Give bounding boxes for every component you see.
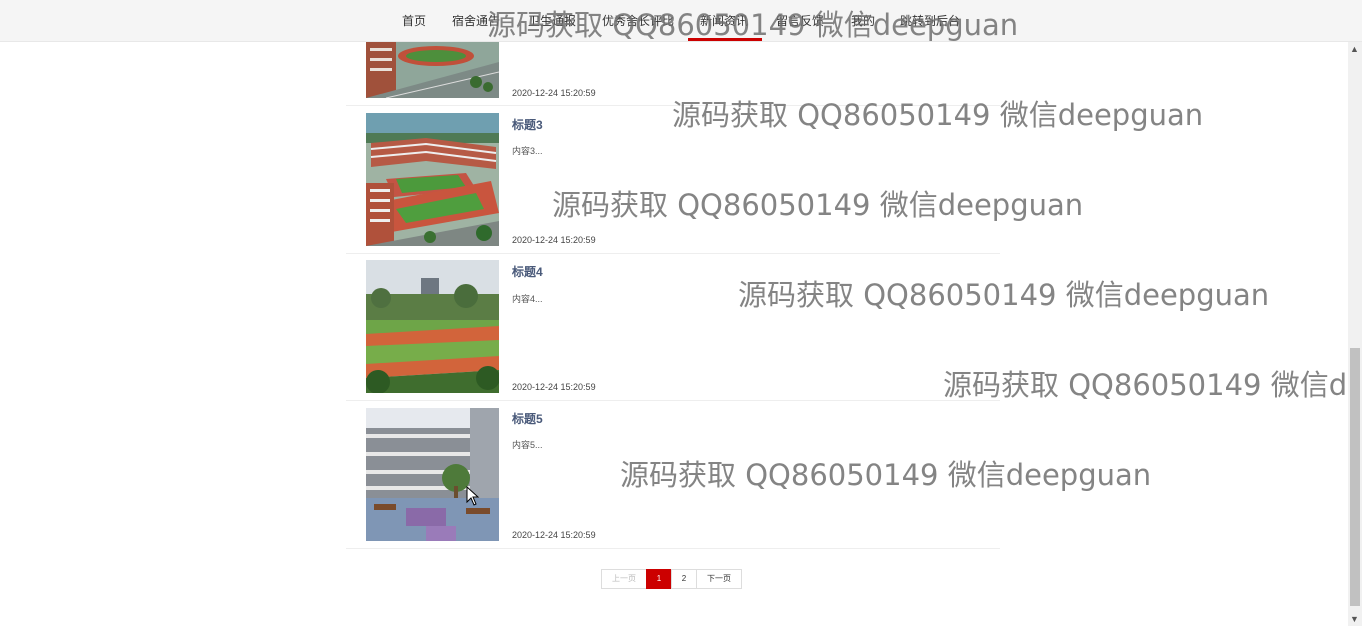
- nav-home[interactable]: 首页: [402, 12, 426, 29]
- scroll-down-icon[interactable]: ▼: [1350, 614, 1359, 624]
- mouse-cursor-icon: [466, 486, 480, 506]
- news-date: 2020-12-24 15:20:59: [512, 88, 596, 98]
- news-item[interactable]: 标题4 内容4... 2020-12-24 15:20:59: [346, 254, 1000, 401]
- nav-news[interactable]: 新闻资讯: [700, 12, 748, 29]
- news-item[interactable]: 标题3 内容3... 2020-12-24 15:20:59: [346, 106, 1000, 254]
- news-title[interactable]: 标题5: [512, 410, 543, 427]
- nav-mine[interactable]: 我的: [851, 12, 875, 29]
- nav-hygiene-report[interactable]: 卫生通报: [528, 12, 576, 29]
- news-item[interactable]: 标题5 内容5... 2020-12-24 15:20:59: [346, 401, 1000, 549]
- news-title[interactable]: 标题4: [512, 263, 543, 280]
- nav-feedback[interactable]: 留言反馈: [776, 12, 824, 29]
- nav-dorm-notice[interactable]: 宿舍通告: [452, 12, 500, 29]
- news-summary: 内容5...: [512, 440, 543, 450]
- news-date: 2020-12-24 15:20:59: [512, 235, 596, 245]
- news-summary: 内容4...: [512, 294, 543, 304]
- news-thumbnail[interactable]: [366, 113, 499, 246]
- prev-page-button[interactable]: 上一页: [601, 569, 647, 589]
- news-thumbnail[interactable]: [366, 260, 499, 393]
- pagination: 上一页 1 2 下一页: [601, 569, 742, 589]
- nav-best-leader[interactable]: 优秀舍长评比: [602, 12, 674, 29]
- news-item[interactable]: 2020-12-24 15:20:59: [346, 42, 1000, 106]
- scrollbar-thumb[interactable]: [1350, 348, 1360, 606]
- page-1-button[interactable]: 1: [646, 569, 672, 589]
- top-navigation: 首页 宿舍通告 卫生通报 优秀舍长评比 新闻资讯 留言反馈 我的 跳转到后台: [0, 0, 1362, 42]
- news-thumbnail[interactable]: [366, 42, 499, 98]
- watermark-text: 源码获取 QQ86050149 微信deepguan: [943, 368, 1348, 402]
- news-thumbnail[interactable]: [366, 408, 499, 541]
- active-tab-indicator: [688, 38, 762, 41]
- scroll-up-icon[interactable]: ▲: [1350, 44, 1359, 54]
- news-title[interactable]: 标题3: [512, 116, 543, 133]
- page-2-button[interactable]: 2: [671, 569, 697, 589]
- news-date: 2020-12-24 15:20:59: [512, 382, 596, 392]
- nav-admin[interactable]: 跳转到后台: [900, 12, 960, 29]
- vertical-scrollbar[interactable]: ▲ ▼: [1348, 42, 1362, 626]
- news-summary: 内容3...: [512, 146, 543, 156]
- news-date: 2020-12-24 15:20:59: [512, 530, 596, 540]
- next-page-button[interactable]: 下一页: [696, 569, 742, 589]
